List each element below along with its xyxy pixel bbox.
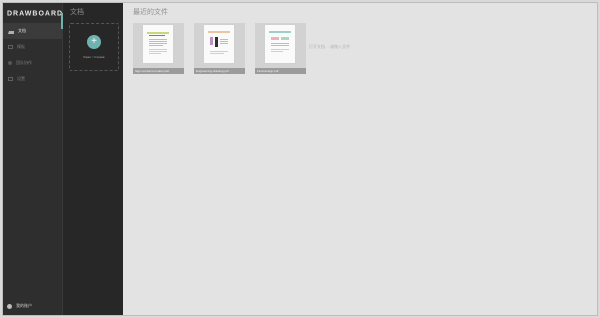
file-name: Sign-contract-modern.pdf [135,69,169,73]
team-icon [8,61,12,65]
settings-icon [8,77,13,81]
sidebar-item-documents[interactable]: 文档 [3,23,62,39]
panel-title: 文档 [70,9,84,16]
account-label: 我的账户 [16,303,32,308]
file-name-bar: Sign-contract-modern.pdf [133,68,184,74]
file-card[interactable]: Final-design.pdf [255,23,306,74]
sidebar: DRAWBOARDPDF 文档 模板 团队协作 设置 我的账户 [3,3,72,315]
file-thumbnail [143,25,173,63]
sidebar-nav: 文档 模板 团队协作 设置 [3,23,62,87]
file-card[interactable]: Engineering-drawing.pdf [194,23,245,74]
user-icon [7,303,12,309]
file-name-bar: Engineering-drawing.pdf [194,68,245,74]
documents-panel: 文档 + Open / Create [63,3,123,315]
sidebar-item-templates[interactable]: 模板 [3,39,62,55]
sidebar-item-label: 文档 [18,28,26,33]
template-icon [8,45,13,49]
file-card[interactable]: Sign-contract-modern.pdf [133,23,184,74]
recent-files-list: Sign-contract-modern.pdf Engineering-dra… [133,23,306,74]
open-create-label: Open / Create [83,55,105,59]
sidebar-item-label: 模板 [17,44,25,49]
file-name-bar: Final-design.pdf [255,68,306,74]
sidebar-item-team[interactable]: 团队协作 [3,55,62,71]
app-window: DRAWBOARDPDF 文档 模板 团队协作 设置 我的账户 [2,2,598,316]
plus-icon: + [87,35,101,49]
sidebar-item-settings[interactable]: 设置 [3,71,62,87]
file-thumbnail [265,25,295,63]
open-create-button[interactable]: + Open / Create [69,23,119,71]
file-name: Final-design.pdf [257,69,279,73]
brand-logo: DRAWBOARDPDF [3,3,72,29]
home-icon [8,29,14,34]
sidebar-item-label: 设置 [17,76,25,81]
main-content: 最近的文件 Sign-contract-modern.pdf Engineeri… [123,3,597,315]
brand-name: DRAWBOARD [7,10,64,18]
file-thumbnail [204,25,234,63]
recent-files-title: 最近的文件 [133,9,168,16]
drop-hint-text: 打开文档… 或拖入文件 [309,44,351,49]
account-button[interactable]: 我的账户 [7,303,32,309]
sidebar-item-label: 团队协作 [16,60,32,65]
file-name: Engineering-drawing.pdf [196,69,229,73]
